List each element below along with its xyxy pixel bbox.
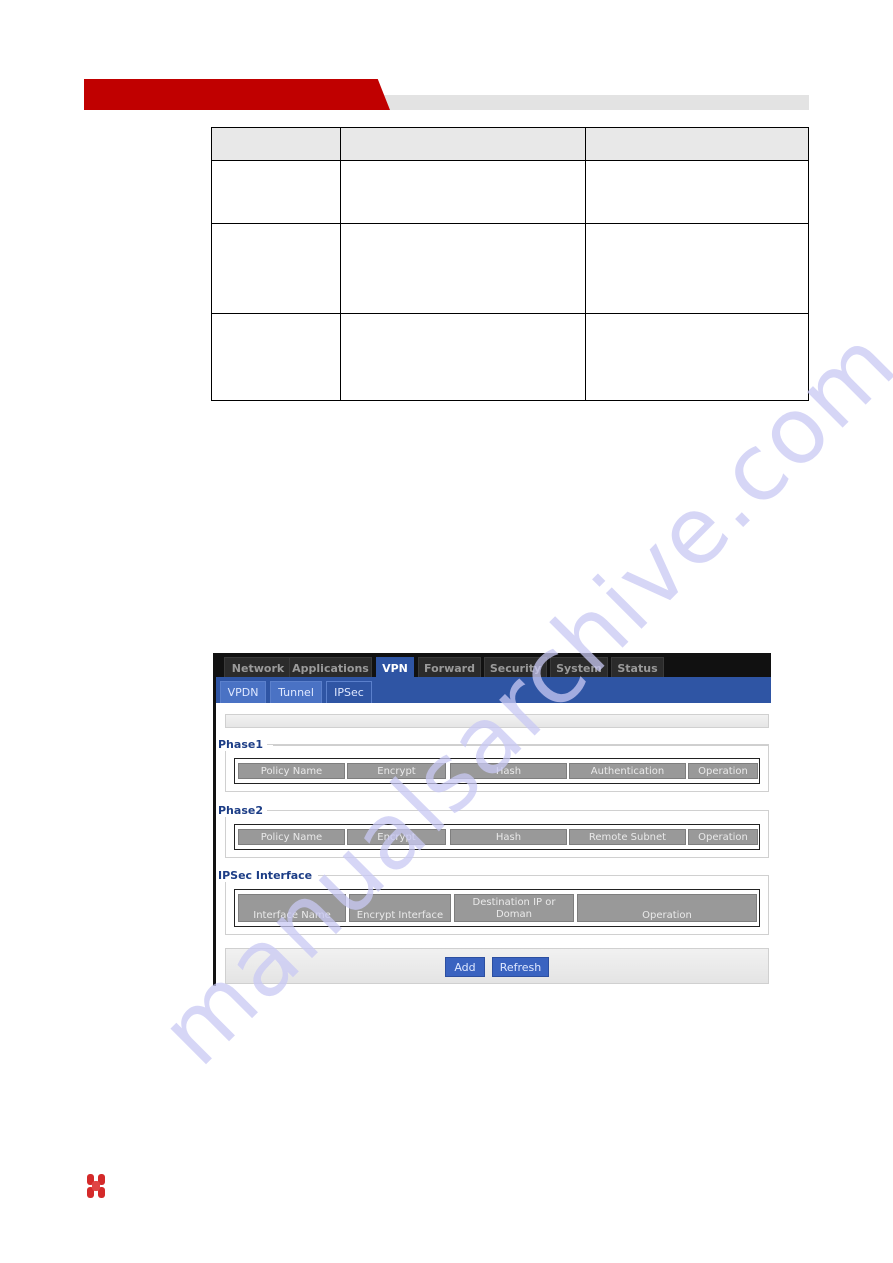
column-header[interactable]: Encrypt	[347, 829, 446, 845]
table-row	[211, 313, 809, 401]
tab-vpn[interactable]: VPN	[376, 657, 414, 677]
table-cell	[585, 223, 809, 314]
message-bar	[225, 714, 769, 728]
table-header-cell	[585, 127, 809, 161]
subtab-tunnel[interactable]: Tunnel	[270, 681, 322, 703]
table-cell	[585, 160, 809, 224]
table-cell	[211, 223, 341, 314]
table-cell	[340, 160, 586, 224]
phase2-title: Phase2	[218, 804, 267, 817]
column-header[interactable]: Destination IP or Doman	[454, 894, 574, 922]
header-band-red	[84, 79, 390, 110]
company-logo-icon	[87, 1174, 105, 1198]
table-cell	[340, 313, 586, 401]
table-cell	[585, 313, 809, 401]
column-header[interactable]: Hash	[450, 763, 567, 779]
tab-network[interactable]: Network	[224, 657, 292, 677]
ipsec-interface-title: IPSec Interface	[218, 869, 319, 882]
divider	[273, 745, 769, 746]
sub-nav-bar: VPDN Tunnel IPSec	[216, 677, 771, 703]
column-header[interactable]: Remote Subnet	[569, 829, 686, 845]
table-header-row	[211, 127, 809, 161]
column-header[interactable]: Interface Name	[238, 894, 346, 922]
main-nav-bar: Network Applications VPN Forward Securit…	[216, 653, 771, 677]
button-bar: Add Refresh	[225, 948, 769, 984]
column-header[interactable]: Policy Name	[238, 829, 345, 845]
tab-forward[interactable]: Forward	[418, 657, 481, 677]
column-header[interactable]: Encrypt	[347, 763, 446, 779]
column-header[interactable]: Encrypt Interface	[349, 894, 451, 922]
phase1-title: Phase1	[218, 738, 267, 751]
refresh-button[interactable]: Refresh	[492, 957, 549, 977]
column-header[interactable]: Operation	[688, 763, 758, 779]
table-header-cell	[211, 127, 341, 161]
header-band-grey	[380, 95, 809, 110]
tab-system[interactable]: System	[550, 657, 608, 677]
column-header[interactable]: Policy Name	[238, 763, 345, 779]
add-button[interactable]: Add	[445, 957, 485, 977]
tab-status[interactable]: Status	[611, 657, 664, 677]
column-header[interactable]: Operation	[688, 829, 758, 845]
table-row	[211, 223, 809, 314]
column-header[interactable]: Hash	[450, 829, 567, 845]
table-cell	[211, 313, 341, 401]
subtab-vpdn[interactable]: VPDN	[220, 681, 266, 703]
ipsec-interface-table: Interface Name Encrypt Interface Destina…	[234, 889, 760, 927]
phase2-table: Policy Name Encrypt Hash Remote Subnet O…	[234, 824, 760, 850]
parameter-table	[211, 127, 809, 401]
phase1-table: Policy Name Encrypt Hash Authentication …	[234, 758, 760, 784]
tab-applications[interactable]: Applications	[289, 657, 372, 677]
column-header[interactable]: Authentication	[569, 763, 686, 779]
table-header-cell	[340, 127, 586, 161]
subtab-ipsec[interactable]: IPSec	[326, 681, 372, 703]
column-header[interactable]: Operation	[577, 894, 757, 922]
table-cell	[340, 223, 586, 314]
table-row	[211, 160, 809, 224]
tab-security[interactable]: Security	[484, 657, 547, 677]
table-cell	[211, 160, 341, 224]
router-ui-screenshot: Network Applications VPN Forward Securit…	[213, 653, 771, 986]
